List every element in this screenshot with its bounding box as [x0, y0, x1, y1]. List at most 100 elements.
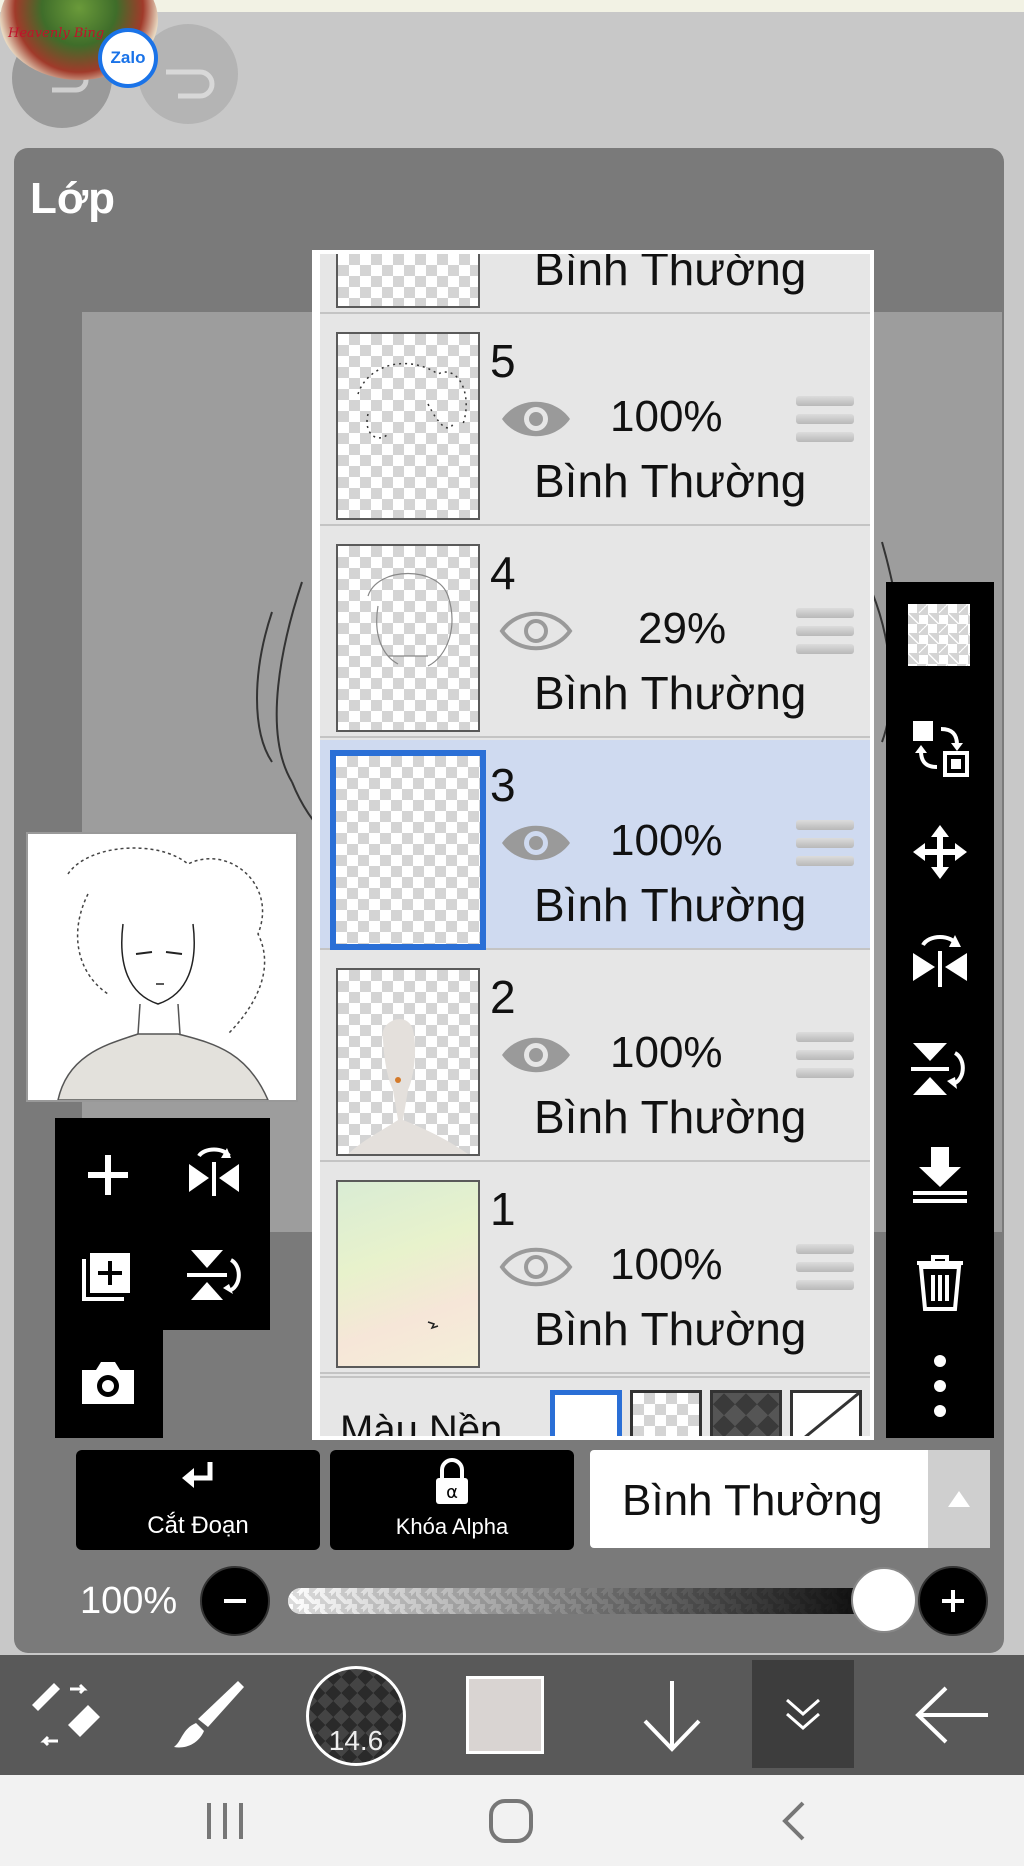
left-toolbox	[55, 1118, 270, 1330]
layer-thumbnail	[336, 968, 480, 1156]
layer-opacity: 29%	[638, 604, 727, 653]
brush-eraser-toggle-button[interactable]	[4, 1655, 124, 1775]
brush-size-button[interactable]: 14.6	[306, 1666, 406, 1766]
clipping-arrow-icon	[182, 1462, 213, 1488]
layer-down-button[interactable]	[612, 1655, 732, 1775]
transparency-button[interactable]	[908, 604, 970, 666]
color-swatch-button[interactable]	[466, 1676, 544, 1754]
layer-list[interactable]: Bình Thường 5 100% Bình Thường 4 29% Bìn…	[312, 250, 874, 1440]
opacity-decrease-button[interactable]	[200, 1566, 270, 1636]
collapse-panel-button[interactable]	[752, 1660, 854, 1768]
move-button[interactable]	[900, 812, 980, 892]
add-copy-layer-button[interactable]	[63, 1230, 153, 1320]
move-icon	[913, 825, 967, 879]
layer-row[interactable]: Bình Thường	[320, 250, 870, 314]
arrow-down-icon	[643, 1681, 701, 1752]
opacity-slider-knob[interactable]	[851, 1567, 917, 1633]
blend-mode-dropdown-arrow[interactable]	[928, 1450, 990, 1548]
flip-horizontal-button-right[interactable]	[900, 920, 980, 1000]
trash-icon	[917, 1255, 963, 1311]
opacity-slider-track[interactable]	[288, 1588, 898, 1614]
flip-vertical-icon	[911, 1043, 965, 1095]
drag-handle-icon[interactable]	[796, 1032, 854, 1082]
zalo-badge-label: Zalo	[110, 48, 146, 67]
camera-icon	[82, 1362, 134, 1404]
zalo-badge: Zalo	[98, 28, 158, 88]
background-dark-swatch[interactable]	[710, 1390, 782, 1436]
eye-icon[interactable]	[498, 816, 574, 870]
layer-blend-mode: Bình Thường	[534, 250, 807, 295]
layer-1-content	[427, 1321, 439, 1330]
add-layer-button[interactable]	[63, 1130, 153, 1220]
drag-handle-icon[interactable]	[796, 1244, 854, 1294]
swap-icon	[913, 721, 969, 777]
more-vertical-icon	[934, 1355, 946, 1417]
back-button[interactable]	[892, 1655, 1012, 1775]
plus-icon	[942, 1590, 964, 1612]
clipping-label: Cắt Đoạn	[147, 1512, 249, 1539]
delete-layer-button[interactable]	[900, 1242, 980, 1322]
layer-list-inner: Bình Thường 5 100% Bình Thường 4 29% Bìn…	[320, 254, 870, 1436]
layer-row[interactable]: 1 100% Bình Thường	[320, 1164, 870, 1374]
layer-opacity: 100%	[610, 1028, 723, 1077]
lock-icon: α	[436, 1458, 468, 1504]
chevron-left-icon	[782, 1801, 805, 1841]
system-nav-bar	[0, 1775, 1024, 1866]
brush-tool-button[interactable]	[148, 1655, 268, 1775]
merge-down-icon	[913, 1147, 967, 1203]
drag-handle-icon[interactable]	[796, 396, 854, 446]
flip-horizontal-icon	[189, 1147, 239, 1196]
layer-number: 1	[490, 1183, 516, 1235]
layer-blend-mode: Bình Thường	[534, 1303, 807, 1355]
left-toolbox-camera	[55, 1330, 163, 1438]
background-white-swatch[interactable]	[550, 1390, 622, 1436]
eye-outline-icon[interactable]	[498, 1240, 574, 1294]
layer-row-selected[interactable]: 3 100% Bình Thường	[320, 740, 870, 950]
swap-layers-button[interactable]	[900, 708, 980, 788]
eye-icon[interactable]	[498, 1028, 574, 1082]
camera-button[interactable]	[63, 1338, 153, 1428]
layer-row[interactable]: 4 29% Bình Thường	[320, 528, 870, 738]
opacity-slider-fill	[288, 1588, 898, 1614]
flip-vertical-icon	[187, 1250, 241, 1300]
layer-thumbnail	[336, 544, 480, 732]
layer-number: 2	[490, 971, 516, 1023]
merge-down-button[interactable]	[900, 1134, 980, 1214]
layer-thumbnail	[336, 1180, 480, 1368]
layer-row[interactable]: 5 100% Bình Thường	[320, 316, 870, 526]
svg-text:α: α	[446, 1482, 458, 1503]
minus-icon	[224, 1599, 246, 1603]
layer-blend-mode: Bình Thường	[534, 879, 807, 931]
chat-head-avatar-text: Heavenly Bing	[8, 26, 105, 41]
more-options-button[interactable]	[900, 1346, 980, 1426]
flip-horizontal-icon	[913, 934, 967, 987]
layer-2-content	[348, 1019, 468, 1154]
blend-mode-select[interactable]: Bình Thường	[590, 1450, 990, 1548]
drag-handle-icon[interactable]	[796, 820, 854, 870]
layer-opacity: 100%	[610, 1240, 723, 1289]
flip-horizontal-button[interactable]	[169, 1130, 259, 1220]
layer-number: 5	[490, 335, 516, 387]
canvas-preview	[26, 832, 298, 1102]
recents-button[interactable]	[180, 1789, 270, 1853]
brush-icon	[174, 1681, 244, 1748]
flip-vertical-button-right[interactable]	[900, 1028, 980, 1108]
eye-outline-icon[interactable]	[498, 604, 574, 658]
opacity-increase-button[interactable]	[918, 1566, 988, 1636]
layer-number: 3	[490, 759, 516, 811]
home-button[interactable]	[466, 1789, 556, 1853]
add-copy-layer-icon	[82, 1253, 130, 1301]
system-back-button[interactable]	[750, 1789, 840, 1853]
layer-4-content	[367, 572, 453, 667]
flip-vertical-button[interactable]	[169, 1230, 259, 1320]
clipping-button[interactable]: Cắt Đoạn	[76, 1450, 320, 1550]
layer-opacity: 100%	[610, 392, 723, 441]
alpha-lock-button[interactable]: α Khóa Alpha	[330, 1450, 574, 1550]
drag-handle-icon[interactable]	[796, 608, 854, 658]
right-toolbox	[886, 582, 994, 1438]
layer-row[interactable]: 2 100% Bình Thường	[320, 952, 870, 1162]
background-none-swatch[interactable]	[790, 1390, 862, 1436]
layer-number: 4	[490, 547, 516, 599]
eye-icon[interactable]	[498, 392, 574, 446]
background-transparent-swatch[interactable]	[630, 1390, 702, 1436]
